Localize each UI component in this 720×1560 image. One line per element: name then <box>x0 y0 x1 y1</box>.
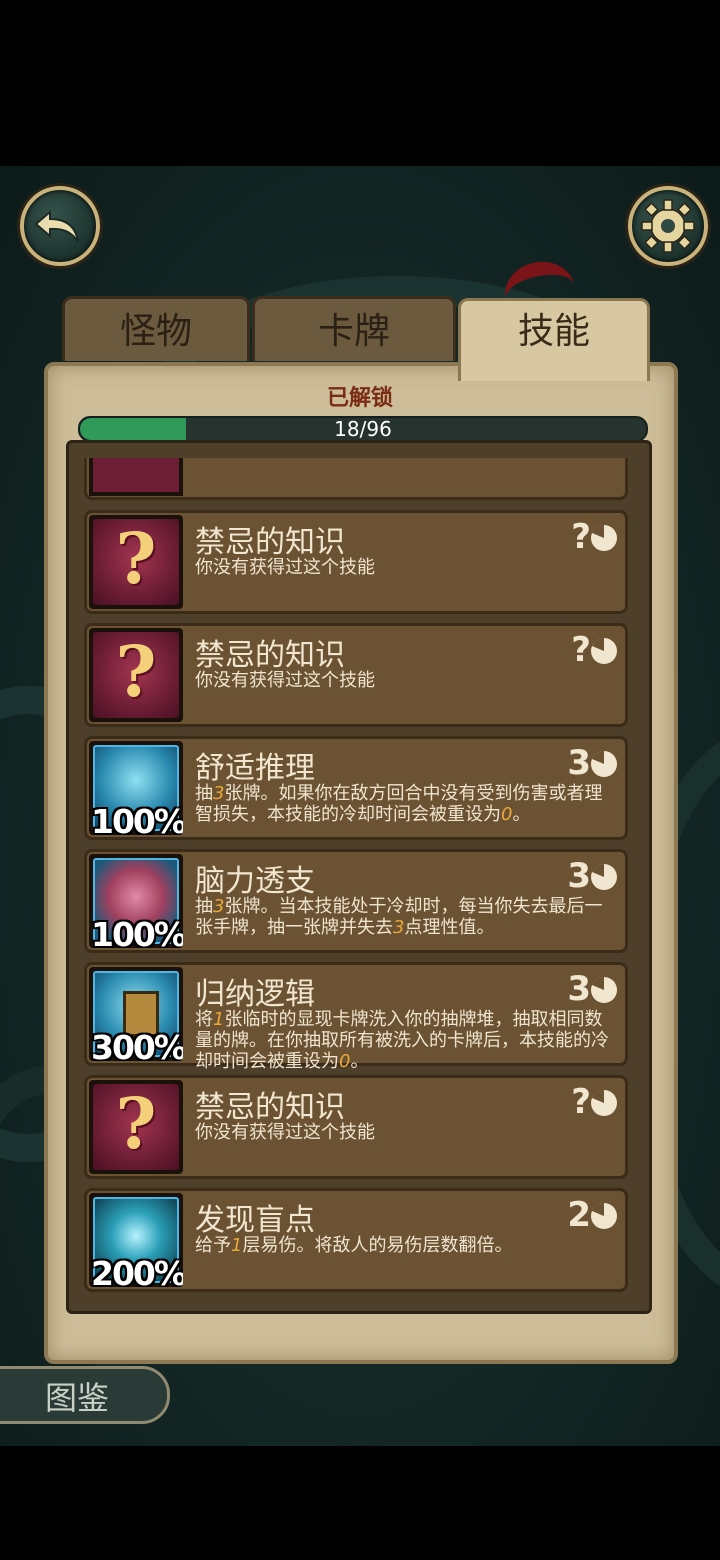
cooldown-clock-icon <box>591 1203 617 1229</box>
description-text: 张牌。如果你在敌方回合中没有受到伤害或者理智损失，本技能的冷却时间会被重设为 <box>195 783 603 825</box>
skill-name: 禁忌的知识 <box>195 1090 345 1125</box>
description-text: 给予 <box>195 1235 231 1256</box>
cooldown-clock-icon <box>591 751 617 777</box>
skill-percent: 200% <box>91 1254 183 1287</box>
skill-percent: 100% <box>91 802 183 835</box>
highlight-number: 3 <box>393 917 405 938</box>
skill-name: 禁忌的知识 <box>195 525 345 560</box>
back-button[interactable] <box>20 186 100 266</box>
skill-cooldown-value: 3 <box>567 743 591 783</box>
highlight-number: 0 <box>501 804 513 825</box>
cooldown-clock-icon <box>591 525 617 551</box>
question-mark-icon: ? <box>93 1082 179 1170</box>
skill-name: 舒适推理 <box>195 751 315 786</box>
question-mark-icon: ? <box>93 630 179 718</box>
codex-label: 图鉴 <box>45 1379 110 1417</box>
skill-icon-frame: ? <box>89 515 183 609</box>
skill-cooldown-value: 2 <box>567 1195 591 1235</box>
skill-icon-frame: ? <box>89 1080 183 1174</box>
description-text: 张临时的显现卡牌洗入你的抽牌堆，抽取相同数量的牌。在你抽取所有被洗入的卡牌后，本… <box>195 1009 609 1072</box>
question-mark-glyph: ? <box>115 630 157 713</box>
skill-row[interactable]: 100% 脑力透支 抽3张牌。当本技能处于冷却时，每当你失去最后一张手牌，抽一张牌并… <box>84 849 628 953</box>
skill-icon-frame: 100% <box>89 741 183 835</box>
cooldown-clock-icon <box>591 864 617 890</box>
locked-skill-art <box>93 458 179 492</box>
highlight-number: 3 <box>213 783 225 804</box>
skill-description: 你没有获得过这个技能 <box>195 1122 375 1143</box>
description-text: 抽 <box>195 896 213 917</box>
skill-row[interactable]: 300% 归纳逻辑 将1张临时的显现卡牌洗入你的抽牌堆，抽取相同数量的牌。在你抽取所… <box>84 962 628 1072</box>
description-text: 点理性值。 <box>404 917 495 938</box>
description-text: 。 <box>512 804 531 825</box>
skill-name: 归纳逻辑 <box>195 977 315 1012</box>
skill-cooldown-value: 3 <box>567 969 591 1009</box>
tab-monsters[interactable]: 怪物 <box>62 296 250 361</box>
skill-description: 你没有获得过这个技能 <box>195 557 375 578</box>
codex-button[interactable]: 图鉴 <box>0 1366 170 1424</box>
back-arrow-icon <box>34 209 79 243</box>
skill-percent: 300% <box>91 1028 183 1061</box>
tab-skills[interactable]: 技能 <box>458 298 650 381</box>
list-item-partial[interactable] <box>84 458 628 500</box>
skill-icon-frame: ? <box>89 628 183 722</box>
skill-cooldown-value: 3 <box>567 856 591 896</box>
highlight-number: 1 <box>231 1235 243 1256</box>
skill-icon-frame: 200% <box>89 1193 183 1287</box>
skill-description: 抽3张牌。当本技能处于冷却时，每当你失去最后一张手牌，抽一张牌并失去3点理性值。 <box>195 896 615 938</box>
question-mark-glyph: ? <box>115 517 157 600</box>
skill-row[interactable]: 100% 舒适推理 抽3张牌。如果你在敌方回合中没有受到伤害或者理智损失，本技能的冷… <box>84 736 628 840</box>
skill-row[interactable]: ? 禁忌的知识 你没有获得过这个技能? <box>84 1075 628 1179</box>
gear-icon <box>641 199 695 253</box>
skill-name: 禁忌的知识 <box>195 638 345 673</box>
question-mark-glyph: ? <box>115 1082 157 1165</box>
skill-description: 给予1层易伤。将敌人的易伤层数翻倍。 <box>195 1235 615 1256</box>
cooldown-clock-icon <box>591 638 617 664</box>
skill-row[interactable]: 200% 发现盲点 给予1层易伤。将敌人的易伤层数翻倍。 2 <box>84 1188 628 1292</box>
skill-description: 你没有获得过这个技能 <box>195 670 375 691</box>
skill-icon-frame: 300% <box>89 967 183 1061</box>
settings-button[interactable] <box>628 186 708 266</box>
description-text: 抽 <box>195 783 213 804</box>
highlight-number: 0 <box>339 1051 351 1072</box>
question-mark-icon: ? <box>93 517 179 605</box>
unlock-progress-bar: 18/96 <box>78 416 648 442</box>
cooldown-clock-icon <box>591 1090 617 1116</box>
highlight-number: 3 <box>213 896 225 917</box>
tab-cards[interactable]: 卡牌 <box>252 296 456 361</box>
skill-percent: 100% <box>91 915 183 948</box>
skill-row[interactable]: ? 禁忌的知识 你没有获得过这个技能? <box>84 510 628 614</box>
skill-icon-frame: 100% <box>89 854 183 948</box>
unlock-count: 18/96 <box>334 417 392 441</box>
unlocked-title: 已解锁 <box>326 386 393 411</box>
highlight-number: 1 <box>213 1009 225 1030</box>
skill-description: 将1张临时的显现卡牌洗入你的抽牌堆，抽取相同数量的牌。在你抽取所有被洗入的卡牌后… <box>195 1009 615 1072</box>
skill-name: 发现盲点 <box>195 1203 315 1238</box>
description-text: 。 <box>350 1051 369 1072</box>
cooldown-clock-icon <box>591 977 617 1003</box>
skill-name: 脑力透支 <box>195 864 315 899</box>
skill-description: 抽3张牌。如果你在敌方回合中没有受到伤害或者理智损失，本技能的冷却时间会被重设为… <box>195 783 615 825</box>
description-text: 将 <box>195 1009 213 1030</box>
skill-row[interactable]: ? 禁忌的知识 你没有获得过这个技能? <box>84 623 628 727</box>
description-text: 层易伤。将敌人的易伤层数翻倍。 <box>242 1235 513 1256</box>
